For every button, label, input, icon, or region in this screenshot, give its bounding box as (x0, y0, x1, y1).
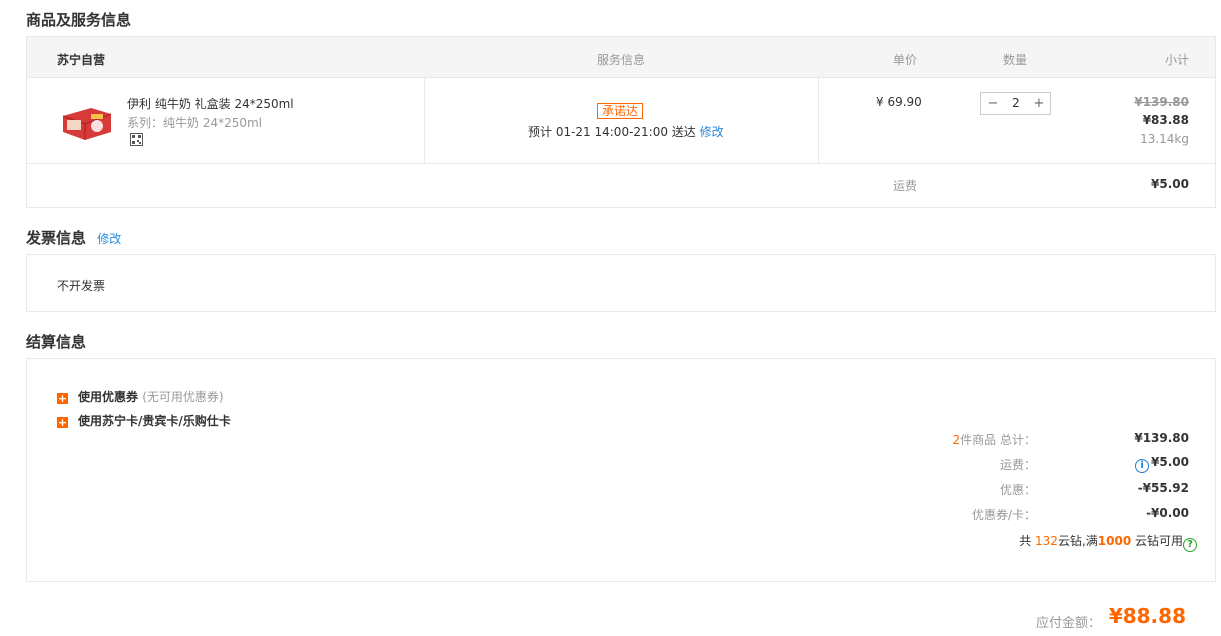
column-divider (818, 78, 819, 164)
help-icon[interactable]: ? (1183, 538, 1197, 552)
total-value: ¥139.80 (1134, 431, 1189, 445)
promise-badge: 承诺达 (597, 103, 644, 119)
invoice-edit-link[interactable]: 修改 (97, 232, 121, 246)
discount-label: 优惠： (999, 483, 1036, 497)
settlement-box: + 使用优惠券 (无可用优惠券) + 使用苏宁卡/贵宾卡/乐购仕卡 2件商品 总计：… (26, 358, 1216, 582)
shipping-value: ¥5.00 (1151, 177, 1189, 191)
delivery-eta-text: 预计 01-21 14:00-21:00 送达 (528, 125, 696, 139)
delivery-eta: 预计 01-21 14:00-21:00 送达 修改 (528, 123, 724, 140)
yunzuan-count: 132 (1035, 534, 1058, 548)
total-label: 2件商品 总计： (953, 431, 1036, 448)
store-name: 苏宁自营 (57, 53, 106, 67)
invoice-section-title: 发票信息 修改 (26, 227, 121, 248)
payable-amount: ¥88.88 (1108, 604, 1186, 628)
quantity-stepper[interactable]: − 2 + (980, 92, 1051, 115)
invoice-value: 不开发票 (57, 279, 106, 293)
goods-section-title: 商品及服务信息 (26, 11, 132, 29)
payable-label: 应付金额： (1036, 616, 1102, 631)
coupon-option-label[interactable]: 使用优惠券 (78, 390, 138, 404)
increase-button[interactable]: + (1032, 96, 1046, 111)
expand-plus-icon[interactable]: + (57, 417, 68, 428)
coupon-note: (无可用优惠券) (142, 390, 224, 404)
goods-table-header: 苏宁自营 服务信息 单价 数量 小计 (27, 37, 1215, 78)
item-count-suffix: 件商品 总计： (960, 433, 1036, 447)
product-name[interactable]: 伊利 纯牛奶 礼盒装 24*250ml (127, 95, 294, 112)
summary-shipping-label: 运费： (999, 458, 1036, 472)
quantity-value[interactable]: 2 (1006, 96, 1026, 111)
coupon-card-value: -¥0.00 (1146, 506, 1189, 520)
yunzuan-prefix: 共 (1019, 534, 1036, 548)
card-option[interactable]: + 使用苏宁卡/贵宾卡/乐购仕卡 (57, 412, 231, 429)
summary-shipping-value: ¥5.00 (1151, 455, 1189, 469)
service-header: 服务信息 (597, 53, 646, 67)
product-image[interactable] (57, 96, 115, 146)
discount-value: -¥55.92 (1137, 481, 1189, 495)
delivery-edit-link[interactable]: 修改 (700, 125, 724, 139)
expand-plus-icon[interactable]: + (57, 393, 68, 404)
original-subtotal: ¥139.80 (1134, 95, 1189, 109)
yunzuan-suffix: 云钻可用 (1131, 534, 1183, 548)
shipping-label: 运费 (893, 179, 918, 193)
settlement-section-title: 结算信息 (26, 333, 87, 351)
coupon-option[interactable]: + 使用优惠券 (无可用优惠券) (57, 388, 224, 405)
decrease-button[interactable]: − (986, 96, 1000, 111)
card-option-label[interactable]: 使用苏宁卡/贵宾卡/乐购仕卡 (78, 414, 231, 428)
column-divider (424, 78, 425, 164)
invoice-box: 不开发票 (26, 254, 1216, 312)
goods-row: 伊利 纯牛奶 礼盒装 24*250ml 系列：纯牛奶 24*250ml 承诺达 … (27, 78, 1215, 164)
item-subtotal: ¥83.88 (1142, 113, 1189, 127)
subtotal-header: 小计 (1165, 53, 1190, 67)
quantity-header: 数量 (1003, 53, 1028, 67)
unit-price-header: 单价 (893, 53, 918, 67)
coupon-card-label: 优惠券/卡： (971, 508, 1036, 522)
invoice-title-text: 发票信息 (26, 229, 87, 247)
yunzuan-info: 共 132云钻,满1000 云钻可用? (1019, 532, 1197, 552)
goods-table: 苏宁自营 服务信息 单价 数量 小计 伊利 纯牛奶 礼盒装 24*250ml 系… (26, 36, 1216, 208)
qr-code-icon[interactable] (130, 133, 143, 146)
unit-price: ¥ 69.90 (876, 95, 922, 109)
summary-shipping: i ¥5.00 (1135, 455, 1189, 473)
yunzuan-mid: 云钻,满 (1057, 534, 1098, 548)
item-weight: 13.14kg (1140, 132, 1189, 146)
info-icon[interactable]: i (1135, 459, 1150, 473)
yunzuan-threshold: 1000 (1097, 534, 1132, 548)
product-series: 系列：纯牛奶 24*250ml (127, 116, 263, 130)
